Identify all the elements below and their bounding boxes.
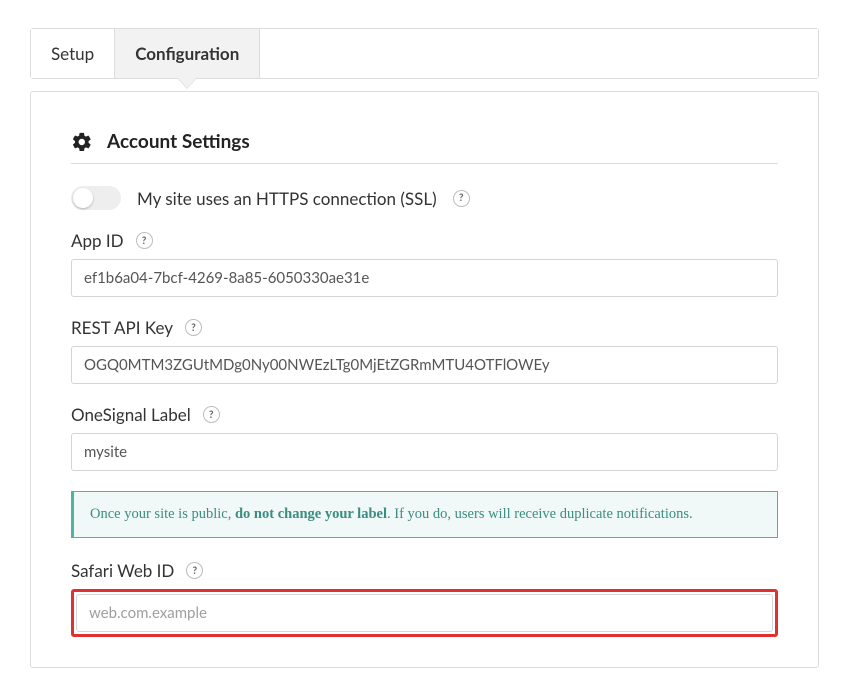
label-change-notice: Once your site is public, do not change … [71,491,778,538]
safari-web-id-input[interactable] [76,594,773,632]
section-title: Account Settings [107,130,250,153]
ssl-toggle-label: My site uses an HTTPS connection (SSL) [137,188,437,209]
onesignal-label-label: OneSignal Label [71,404,191,425]
tabs-bar: Setup Configuration [30,28,819,79]
rest-api-key-label: REST API Key [71,317,173,338]
onesignal-label-input[interactable] [71,433,778,471]
safari-web-id-highlight [71,589,778,637]
configuration-panel: Account Settings My site uses an HTTPS c… [30,91,819,668]
ssl-toggle[interactable] [71,186,121,210]
app-id-row: App ID ? [71,230,778,297]
tab-spacer [260,29,818,78]
help-icon[interactable]: ? [453,190,470,207]
safari-web-id-label: Safari Web ID [71,560,174,581]
safari-web-id-row: Safari Web ID ? [71,560,778,637]
notice-text-post: . If you do, users will receive duplicat… [387,506,693,522]
tab-setup[interactable]: Setup [31,29,115,78]
rest-api-key-input[interactable] [71,346,778,384]
notice-text-pre: Once your site is public, [90,506,235,522]
tab-configuration[interactable]: Configuration [115,29,260,78]
gear-icon [71,131,93,153]
notice-text-bold: do not change your label [235,506,387,522]
help-icon[interactable]: ? [203,406,220,423]
help-icon[interactable]: ? [185,319,202,336]
app-id-label: App ID [71,230,124,251]
help-icon[interactable]: ? [186,562,203,579]
rest-api-key-row: REST API Key ? [71,317,778,384]
section-header: Account Settings [71,130,778,164]
help-icon[interactable]: ? [136,232,153,249]
app-id-input[interactable] [71,259,778,297]
ssl-toggle-row: My site uses an HTTPS connection (SSL) ? [71,186,778,210]
onesignal-label-row: OneSignal Label ? [71,404,778,471]
